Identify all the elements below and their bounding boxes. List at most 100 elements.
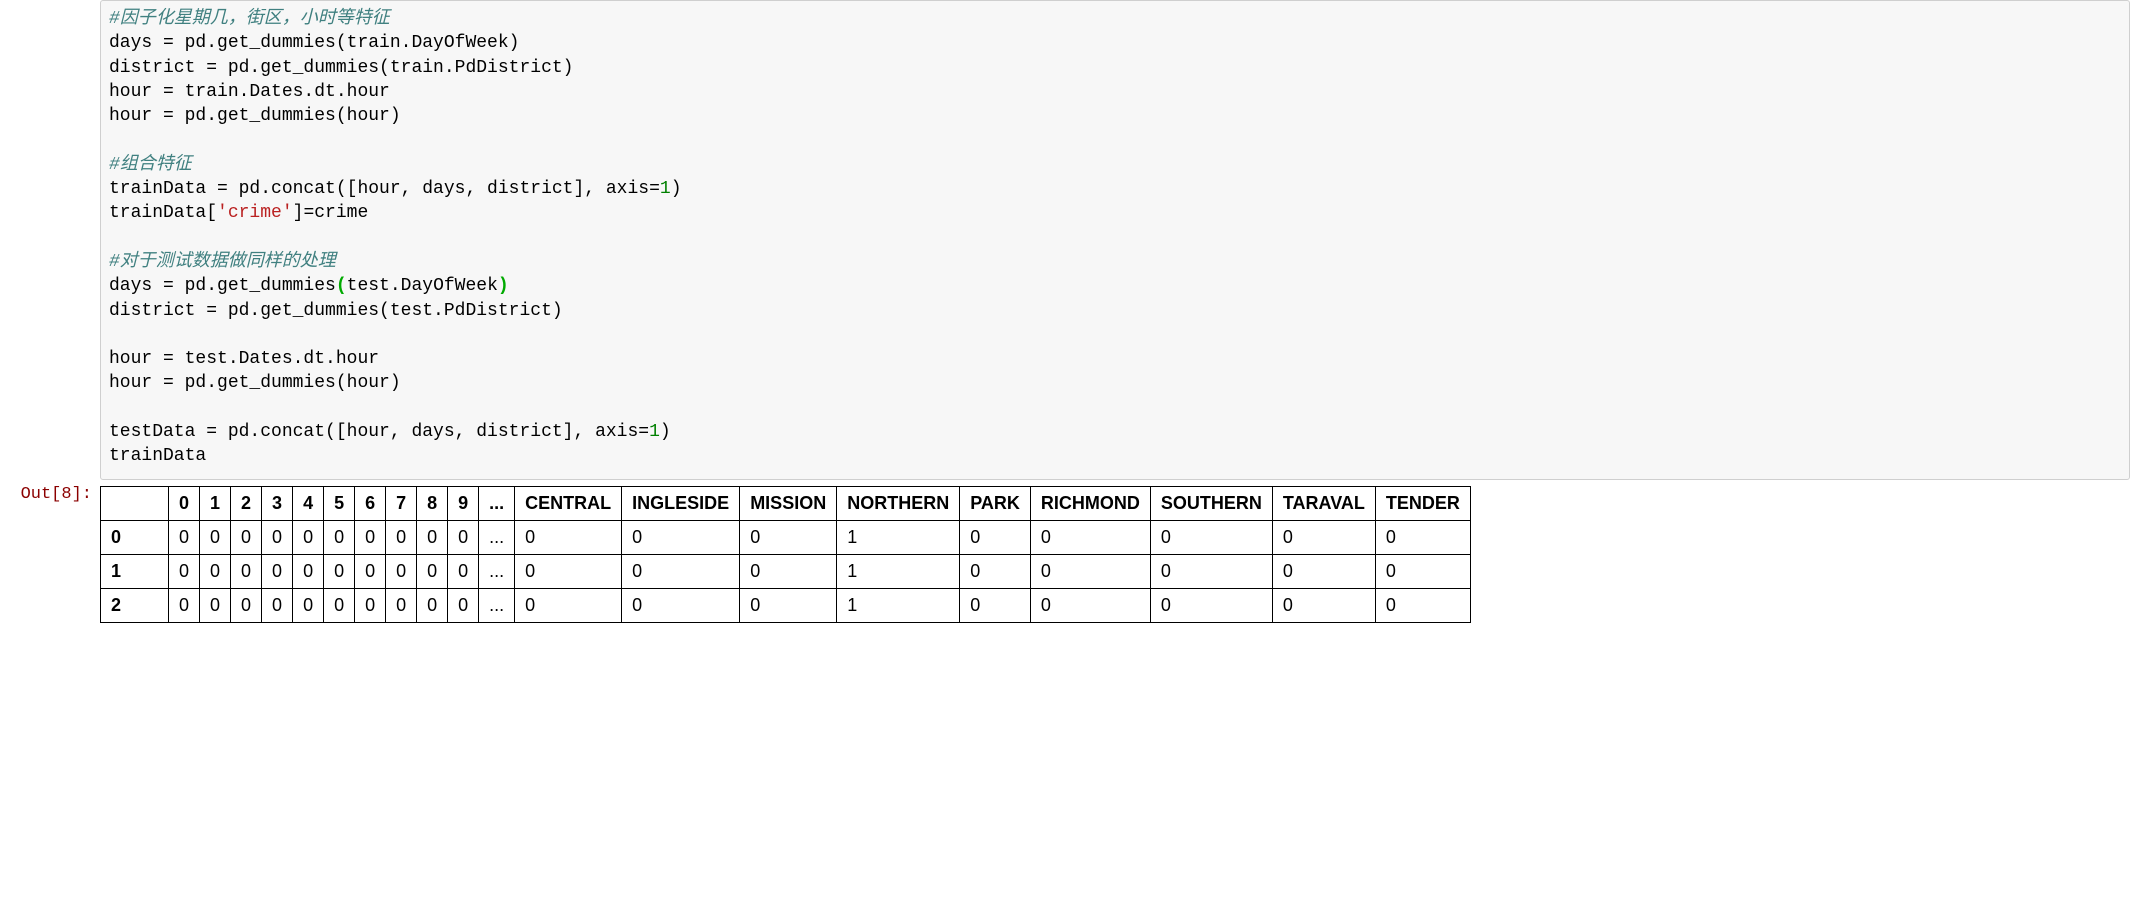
table-cell: 0 — [1272, 554, 1375, 588]
table-cell: 0 — [200, 554, 231, 588]
row-index: 1 — [101, 554, 169, 588]
table-cell: ... — [479, 520, 515, 554]
table-cell: 0 — [386, 588, 417, 622]
table-cell: 0 — [355, 588, 386, 622]
table-cell: 0 — [231, 588, 262, 622]
table-cell: 0 — [262, 520, 293, 554]
table-cell: 0 — [1272, 588, 1375, 622]
code-line — [109, 128, 2121, 152]
code-line: days = pd.get_dummies(train.DayOfWeek) — [109, 31, 2121, 55]
table-cell: 0 — [324, 554, 355, 588]
table-cell: 0 — [169, 588, 200, 622]
table-cell: 0 — [169, 554, 200, 588]
code-line: testData = pd.concat([hour, days, distri… — [109, 420, 2121, 444]
table-cell: 0 — [417, 588, 448, 622]
code-line: #因子化星期几，街区，小时等特征 — [109, 7, 2121, 31]
table-cell: 0 — [1030, 520, 1150, 554]
output-area[interactable]: 0123456789...CENTRALINGLESIDEMISSIONNORT… — [100, 480, 2130, 623]
column-header: 6 — [355, 486, 386, 520]
code-line: trainData['crime']=crime — [109, 201, 2121, 225]
table-cell: 0 — [1030, 554, 1150, 588]
table-row: 00000000000...000100000 — [101, 520, 1471, 554]
code-line: trainData = pd.concat([hour, days, distr… — [109, 177, 2121, 201]
column-header: 1 — [200, 486, 231, 520]
table-cell: 0 — [448, 588, 479, 622]
table-cell: 0 — [169, 520, 200, 554]
table-cell: 0 — [1375, 554, 1470, 588]
code-line — [109, 323, 2121, 347]
table-cell: 1 — [837, 520, 960, 554]
table-cell: ... — [479, 588, 515, 622]
column-header: 0 — [169, 486, 200, 520]
column-header: TENDER — [1375, 486, 1470, 520]
table-cell: 0 — [448, 520, 479, 554]
row-index: 2 — [101, 588, 169, 622]
column-header: 4 — [293, 486, 324, 520]
table-row: 10000000000...000100000 — [101, 554, 1471, 588]
row-index: 0 — [101, 520, 169, 554]
table-cell: 0 — [231, 554, 262, 588]
table-cell: 0 — [622, 554, 740, 588]
notebook: #因子化星期几，街区，小时等特征days = pd.get_dummies(tr… — [0, 0, 2130, 623]
code-line: hour = train.Dates.dt.hour — [109, 80, 2121, 104]
column-header: SOUTHERN — [1150, 486, 1272, 520]
table-cell: 0 — [1375, 588, 1470, 622]
column-header: TARAVAL — [1272, 486, 1375, 520]
table-cell: 0 — [740, 554, 837, 588]
table-cell: ... — [479, 554, 515, 588]
table-cell: 0 — [740, 588, 837, 622]
table-cell: 0 — [515, 554, 622, 588]
column-header: 9 — [448, 486, 479, 520]
column-header: 5 — [324, 486, 355, 520]
code-line: days = pd.get_dummies(test.DayOfWeek) — [109, 274, 2121, 298]
code-line: district = pd.get_dummies(train.PdDistri… — [109, 56, 2121, 80]
table-cell: 0 — [262, 554, 293, 588]
output-cell: Out[8]: 0123456789...CENTRALINGLESIDEMIS… — [0, 480, 2130, 623]
code-line: #组合特征 — [109, 153, 2121, 177]
column-header: 7 — [386, 486, 417, 520]
table-cell: 0 — [324, 588, 355, 622]
table-cell: 0 — [417, 520, 448, 554]
table-cell: 0 — [293, 588, 324, 622]
table-cell: 0 — [262, 588, 293, 622]
column-header: CENTRAL — [515, 486, 622, 520]
table-cell: 0 — [960, 520, 1031, 554]
table-cell: 0 — [448, 554, 479, 588]
code-line: #对于测试数据做同样的处理 — [109, 250, 2121, 274]
table-cell: 0 — [200, 520, 231, 554]
column-header: 3 — [262, 486, 293, 520]
column-header: INGLESIDE — [622, 486, 740, 520]
table-cell: 0 — [355, 554, 386, 588]
column-header: 2 — [231, 486, 262, 520]
code-line: hour = pd.get_dummies(hour) — [109, 371, 2121, 395]
table-corner — [101, 486, 169, 520]
code-line: district = pd.get_dummies(test.PdDistric… — [109, 299, 2121, 323]
table-cell: 0 — [355, 520, 386, 554]
table-cell: 1 — [837, 588, 960, 622]
code-cell: #因子化星期几，街区，小时等特征days = pd.get_dummies(tr… — [0, 0, 2130, 480]
table-cell: 0 — [386, 554, 417, 588]
column-header: RICHMOND — [1030, 486, 1150, 520]
table-cell: 0 — [515, 520, 622, 554]
table-cell: 0 — [740, 520, 837, 554]
table-cell: 0 — [1375, 520, 1470, 554]
table-cell: 1 — [837, 554, 960, 588]
output-prompt: Out[8]: — [0, 480, 100, 504]
table-cell: 0 — [622, 520, 740, 554]
table-cell: 0 — [324, 520, 355, 554]
table-cell: 0 — [386, 520, 417, 554]
column-header: ... — [479, 486, 515, 520]
table-cell: 0 — [515, 588, 622, 622]
code-line: trainData — [109, 444, 2121, 468]
table-cell: 0 — [200, 588, 231, 622]
table-cell: 0 — [1150, 554, 1272, 588]
code-editor[interactable]: #因子化星期几，街区，小时等特征days = pd.get_dummies(tr… — [100, 0, 2130, 480]
table-cell: 0 — [1150, 588, 1272, 622]
code-line: hour = pd.get_dummies(hour) — [109, 104, 2121, 128]
code-line: hour = test.Dates.dt.hour — [109, 347, 2121, 371]
table-cell: 0 — [293, 554, 324, 588]
table-cell: 0 — [1030, 588, 1150, 622]
dataframe-table: 0123456789...CENTRALINGLESIDEMISSIONNORT… — [100, 486, 1471, 623]
table-cell: 0 — [417, 554, 448, 588]
code-line — [109, 396, 2121, 420]
